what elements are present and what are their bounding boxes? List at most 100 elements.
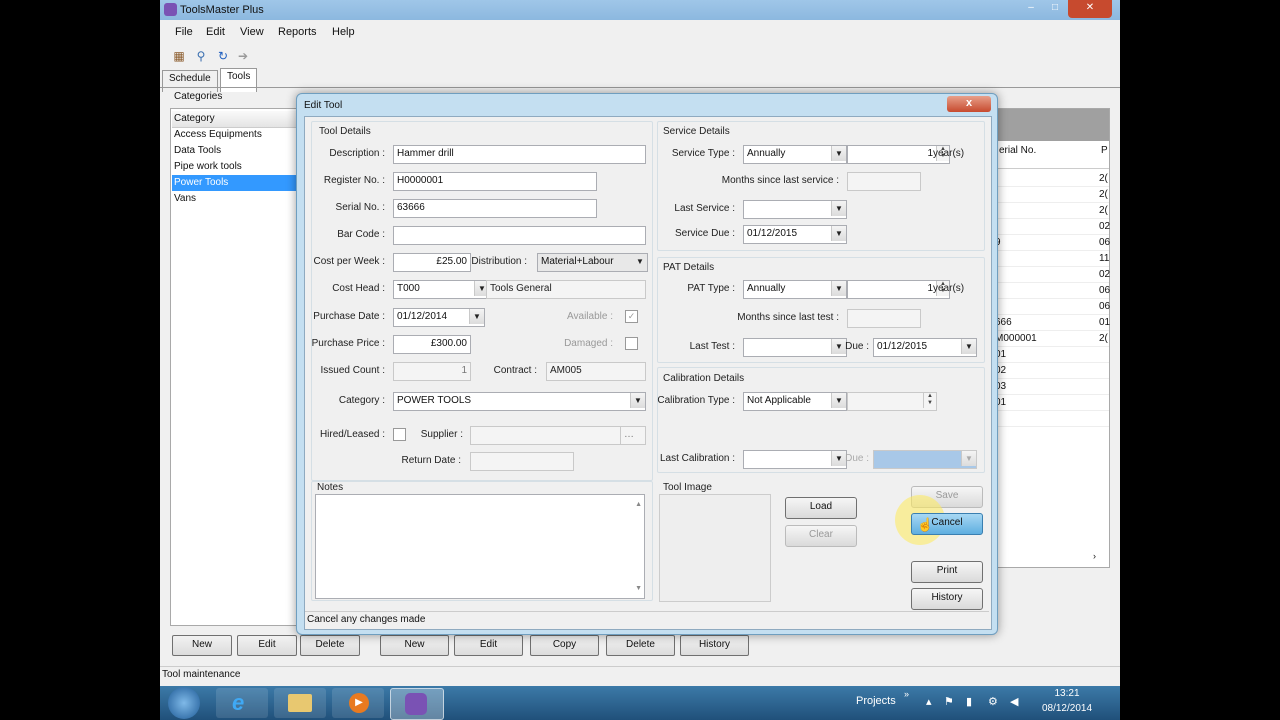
table-row[interactable]: 06 bbox=[981, 283, 1110, 299]
table-row[interactable]: 2( bbox=[981, 203, 1109, 219]
notes-textarea[interactable]: ▲ ▼ bbox=[315, 494, 645, 599]
service-type-select[interactable]: Annually ▼ bbox=[743, 145, 847, 164]
serial-input[interactable]: 63666 bbox=[393, 199, 597, 218]
tool-history-button[interactable]: History bbox=[680, 635, 749, 656]
minimize-button[interactable]: – bbox=[1020, 0, 1042, 18]
internet-explorer-icon[interactable]: e bbox=[216, 688, 268, 718]
close-button[interactable]: ✕ bbox=[1068, 0, 1112, 18]
table-row[interactable]: 02 bbox=[981, 219, 1110, 235]
service-due-input[interactable]: 01/12/2015 ▼ bbox=[743, 225, 847, 244]
clear-image-button[interactable]: Clear bbox=[785, 525, 857, 547]
tray-up-arrow-icon[interactable]: ▴ bbox=[926, 695, 932, 708]
clock-time[interactable]: 13:21 bbox=[1034, 688, 1100, 699]
projects-toolbar-label[interactable]: Projects bbox=[856, 695, 896, 707]
clock-date[interactable]: 08/12/2014 bbox=[1034, 703, 1100, 714]
list-item[interactable]: Data Tools bbox=[172, 143, 310, 159]
purchase-date-input[interactable]: 01/12/2014 ▼ bbox=[393, 308, 485, 327]
tool-image-label: Tool Image bbox=[663, 482, 712, 493]
costhead-label: Cost Head : bbox=[332, 283, 385, 294]
grid-column-p[interactable]: P bbox=[1099, 143, 1109, 169]
list-item[interactable]: Access Equipments bbox=[172, 127, 310, 143]
flag-icon[interactable]: ⚑ bbox=[944, 695, 954, 708]
hired-checkbox[interactable] bbox=[393, 428, 406, 441]
description-input[interactable]: Hammer drill bbox=[393, 145, 646, 164]
supplier-lookup-button[interactable]: … bbox=[620, 426, 646, 445]
file-explorer-icon[interactable] bbox=[274, 688, 326, 718]
scroll-up-icon[interactable]: ▲ bbox=[635, 497, 642, 512]
toolbar: ▦ ⚲ ↻ ➔ bbox=[160, 44, 1120, 68]
category-delete-button[interactable]: Delete bbox=[300, 635, 360, 656]
maximize-button[interactable]: □ bbox=[1044, 0, 1066, 18]
table-row[interactable]: 06 bbox=[981, 299, 1110, 315]
available-checkbox[interactable]: ✓ bbox=[625, 310, 638, 323]
toolbar-expand-icon[interactable]: » bbox=[904, 689, 909, 699]
menu-view[interactable]: View bbox=[240, 26, 264, 38]
menu-file[interactable]: File bbox=[175, 26, 193, 38]
scroll-down-icon[interactable]: ▼ bbox=[635, 581, 642, 596]
damaged-checkbox[interactable] bbox=[625, 337, 638, 350]
tab-schedule[interactable]: Schedule bbox=[162, 70, 218, 92]
media-player-icon[interactable]: ▶ bbox=[332, 688, 384, 718]
network-icon[interactable]: ▮ bbox=[966, 695, 972, 708]
forward-icon[interactable]: ➔ bbox=[236, 50, 250, 62]
last-calibration-input[interactable]: ▼ bbox=[743, 450, 847, 469]
load-image-button[interactable]: Load bbox=[785, 497, 857, 519]
category-select[interactable]: POWER TOOLS ▼ bbox=[393, 392, 646, 411]
purchase-price-input[interactable]: £300.00 bbox=[393, 335, 471, 354]
list-item[interactable]: Pipe work tools bbox=[172, 159, 310, 175]
register-input[interactable]: H0000001 bbox=[393, 172, 597, 191]
tool-edit-button[interactable]: Edit bbox=[454, 635, 523, 656]
last-service-input[interactable]: ▼ bbox=[743, 200, 847, 219]
calibration-type-select[interactable]: Not Applicable ▼ bbox=[743, 392, 847, 411]
table-row[interactable] bbox=[981, 411, 1109, 427]
table-row[interactable]: 2( bbox=[981, 171, 1109, 187]
open-icon[interactable]: ▦ bbox=[172, 50, 186, 62]
table-row[interactable]: 02 bbox=[981, 267, 1110, 283]
history-button[interactable]: History bbox=[911, 588, 983, 610]
distribution-select[interactable]: Material+Labour ▼ bbox=[537, 253, 648, 272]
barcode-input[interactable] bbox=[393, 226, 646, 245]
category-new-button[interactable]: New bbox=[172, 635, 232, 656]
categories-column-header[interactable]: Category bbox=[172, 111, 310, 128]
calibration-type-value: Not Applicable bbox=[747, 395, 811, 406]
list-item-selected[interactable]: Power Tools bbox=[172, 175, 310, 191]
search-icon[interactable]: ⚲ bbox=[194, 50, 208, 62]
tool-copy-button[interactable]: Copy bbox=[530, 635, 599, 656]
dialog-close-button[interactable]: x bbox=[947, 96, 991, 112]
tools-grid: erial No. P 2(2(2(029061102060666601M000… bbox=[980, 108, 1110, 568]
table-row[interactable]: 906 bbox=[981, 235, 1110, 251]
app-title: ToolsMaster Plus bbox=[180, 4, 264, 16]
refresh-icon[interactable]: ↻ bbox=[216, 50, 230, 62]
table-row[interactable]: 01 bbox=[981, 395, 1109, 411]
last-test-input[interactable]: ▼ bbox=[743, 338, 847, 357]
tab-tools[interactable]: Tools bbox=[220, 68, 258, 92]
pat-type-select[interactable]: Annually ▼ bbox=[743, 280, 847, 299]
purchase-date-label: Purchase Date : bbox=[313, 311, 385, 322]
costhead-select[interactable]: T000 ▼ bbox=[393, 280, 490, 299]
volume-icon[interactable]: ◀ bbox=[1010, 695, 1018, 708]
cost-input[interactable]: £25.00 bbox=[393, 253, 471, 272]
table-row[interactable]: M000001 2( bbox=[981, 331, 1109, 347]
menu-help[interactable]: Help bbox=[332, 26, 355, 38]
start-button[interactable] bbox=[168, 687, 200, 719]
list-item[interactable]: Vans bbox=[172, 191, 310, 207]
grid-column-serial[interactable]: erial No. bbox=[995, 143, 1099, 169]
tool-delete-button[interactable]: Delete bbox=[606, 635, 675, 656]
table-row[interactable]: 02 bbox=[981, 363, 1109, 379]
menu-edit[interactable]: Edit bbox=[206, 26, 225, 38]
table-row[interactable]: 666 01 bbox=[981, 315, 1110, 331]
menu-reports[interactable]: Reports bbox=[278, 26, 317, 38]
tool-new-button[interactable]: New bbox=[380, 635, 449, 656]
table-row[interactable]: 11 bbox=[981, 251, 1109, 267]
usb-icon[interactable]: ⚙ bbox=[988, 695, 998, 708]
scroll-right-icon[interactable]: › bbox=[1093, 551, 1096, 561]
table-row[interactable]: 03 bbox=[981, 379, 1109, 395]
print-button[interactable]: Print bbox=[911, 561, 983, 583]
calibration-due-label: Due : bbox=[845, 453, 869, 464]
table-row[interactable]: 2( bbox=[981, 187, 1109, 203]
category-edit-button[interactable]: Edit bbox=[237, 635, 297, 656]
pat-type-value: Annually bbox=[747, 283, 786, 294]
pat-due-input[interactable]: 01/12/2015 ▼ bbox=[873, 338, 977, 357]
table-row[interactable]: 01 bbox=[981, 347, 1109, 363]
toolsmaster-taskbar-icon[interactable] bbox=[390, 688, 444, 720]
